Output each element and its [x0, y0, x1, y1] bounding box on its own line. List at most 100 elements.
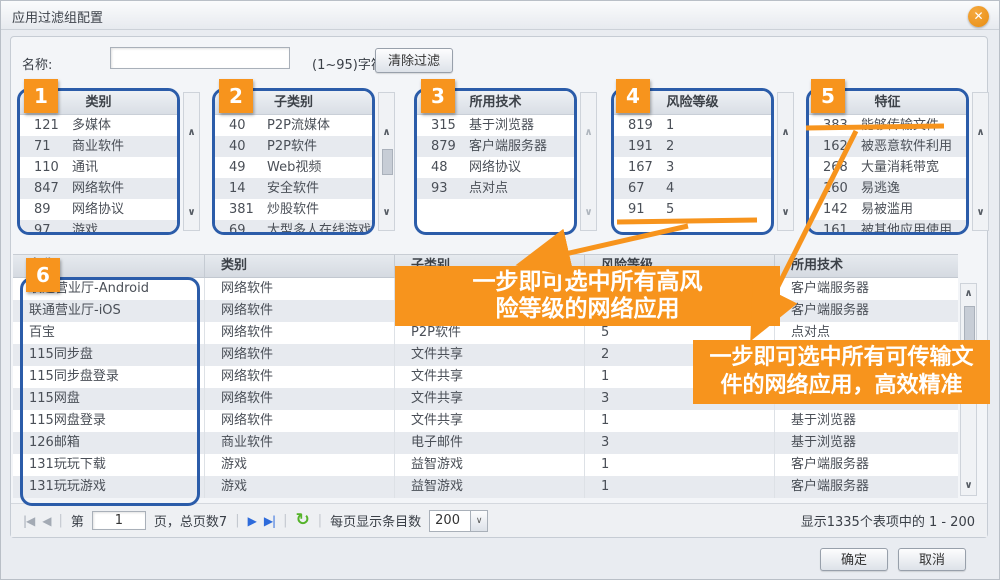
- scroll-up-icon[interactable]: ∧: [581, 127, 596, 138]
- scroll-thumb[interactable]: [382, 149, 393, 175]
- table-cell: 网络软件: [205, 410, 395, 432]
- filter-count: 40: [215, 136, 267, 157]
- filter-row[interactable]: 71商业软件: [20, 136, 177, 157]
- filter-row[interactable]: 110通讯: [20, 157, 177, 178]
- filter-label: 被其他应用使用: [861, 220, 966, 235]
- scroll-down-icon[interactable]: ∨: [581, 207, 596, 218]
- filter-label: 3: [666, 157, 771, 178]
- filter-row[interactable]: 315基于浏览器: [417, 115, 574, 136]
- filter-row[interactable]: 8191: [614, 115, 771, 136]
- table-row[interactable]: 131玩玩下载游戏益智游戏1客户端服务器: [13, 454, 958, 476]
- filter-row[interactable]: 142易被滥用: [809, 199, 966, 220]
- scroll-down-icon[interactable]: ∨: [961, 480, 976, 491]
- filter-label: 被恶意软件利用: [861, 136, 966, 157]
- scroll-down-icon[interactable]: ∨: [379, 207, 394, 218]
- filter-count: 160: [809, 178, 861, 199]
- table-cell: 1: [585, 410, 775, 432]
- table-cell: 网络软件: [205, 322, 395, 344]
- scroll-thumb[interactable]: [964, 306, 975, 342]
- filter-label: 5: [666, 199, 771, 220]
- filter-row[interactable]: 40P2P软件: [215, 136, 372, 157]
- filter-scrollbar[interactable]: ∧∨: [378, 92, 395, 231]
- scroll-down-icon[interactable]: ∨: [973, 207, 988, 218]
- clear-filter-button[interactable]: 清除过滤: [375, 48, 453, 73]
- filter-label: 能够传输文件: [861, 115, 966, 136]
- table-cell: 客户端服务器: [775, 300, 958, 322]
- filter-label: 客户端服务器: [469, 136, 574, 157]
- filter-row[interactable]: 915: [614, 199, 771, 220]
- filter-row[interactable]: 49Web视频: [215, 157, 372, 178]
- scroll-up-icon[interactable]: ∧: [184, 127, 199, 138]
- filter-row[interactable]: 97游戏: [20, 220, 177, 235]
- column-header-technology[interactable]: 所用技术: [775, 255, 958, 277]
- page-number-input[interactable]: [92, 511, 146, 530]
- table-cell: 115网盘登录: [13, 410, 205, 432]
- filter-row[interactable]: 879客户端服务器: [417, 136, 574, 157]
- step-badge-2: 2: [219, 79, 253, 113]
- page-prefix-label: 第: [71, 511, 84, 530]
- filter-scrollbar[interactable]: ∧∨: [777, 92, 794, 231]
- filter-row[interactable]: 93点对点: [417, 178, 574, 199]
- filter-row[interactable]: 381炒股软件: [215, 199, 372, 220]
- filter-row[interactable]: 48网络协议: [417, 157, 574, 178]
- filter-row[interactable]: 162被恶意软件利用: [809, 136, 966, 157]
- filter-scrollbar[interactable]: ∧∨: [183, 92, 200, 231]
- filter-count: 40: [215, 115, 267, 136]
- filter-row[interactable]: 40P2P流媒体: [215, 115, 372, 136]
- scroll-up-icon[interactable]: ∧: [961, 288, 976, 299]
- filter-row[interactable]: 847网络软件: [20, 178, 177, 199]
- filter-row[interactable]: 160易逃逸: [809, 178, 966, 199]
- filter-row[interactable]: 121多媒体: [20, 115, 177, 136]
- cancel-button[interactable]: 取消: [898, 548, 966, 571]
- table-cell: 3: [585, 432, 775, 454]
- filter-row[interactable]: 1912: [614, 136, 771, 157]
- filter-count: 161: [809, 220, 861, 235]
- filter-row[interactable]: 674: [614, 178, 771, 199]
- close-icon[interactable]: ✕: [968, 6, 989, 27]
- per-page-select[interactable]: 200 ∨: [429, 510, 488, 532]
- table-cell: 网络软件: [205, 300, 395, 322]
- first-page-button[interactable]: |◀: [23, 514, 34, 528]
- scroll-down-icon[interactable]: ∨: [778, 207, 793, 218]
- table-cell: 1: [585, 476, 775, 498]
- table-row[interactable]: 131玩玩游戏游戏益智游戏1客户端服务器: [13, 476, 958, 498]
- scroll-up-icon[interactable]: ∧: [379, 127, 394, 138]
- filter-row[interactable]: 161被其他应用使用: [809, 220, 966, 235]
- callout-file-transfer: 一步即可选中所有可传输文件的网络应用，高效精准: [693, 340, 990, 404]
- table-cell: 115同步盘: [13, 344, 205, 366]
- filter-count: 167: [614, 157, 666, 178]
- step-badge-1: 1: [24, 79, 58, 113]
- filter-scrollbar[interactable]: ∧∨: [580, 92, 597, 231]
- filter-row[interactable]: 268大量消耗带宽: [809, 157, 966, 178]
- table-row[interactable]: 126邮箱商业软件电子邮件3基于浏览器: [13, 432, 958, 454]
- filter-count: 847: [20, 178, 72, 199]
- table-cell: 益智游戏: [395, 454, 585, 476]
- pagination-bar: |◀ ◀ | 第 页，总页数7 | ▶ ▶| | ↻ | 每页显示条目数 200…: [11, 503, 987, 537]
- table-cell: 115网盘: [13, 388, 205, 410]
- filter-count: 268: [809, 157, 861, 178]
- name-input[interactable]: [110, 47, 290, 69]
- last-page-button[interactable]: ▶|: [264, 514, 275, 528]
- refresh-icon[interactable]: ↻: [296, 512, 310, 529]
- scroll-up-icon[interactable]: ∧: [778, 127, 793, 138]
- filter-count: 48: [417, 157, 469, 178]
- table-cell: 文件共享: [395, 410, 585, 432]
- filter-row[interactable]: 14安全软件: [215, 178, 372, 199]
- filter-row[interactable]: 1673: [614, 157, 771, 178]
- ok-button[interactable]: 确定: [820, 548, 888, 571]
- scroll-up-icon[interactable]: ∧: [973, 127, 988, 138]
- scroll-down-icon[interactable]: ∨: [184, 207, 199, 218]
- prev-page-button[interactable]: ◀: [42, 514, 50, 528]
- table-row[interactable]: 115网盘登录网络软件文件共享1基于浏览器: [13, 410, 958, 432]
- name-label: 名称:: [22, 54, 52, 73]
- filter-row[interactable]: 383能够传输文件: [809, 115, 966, 136]
- filter-label: 网络协议: [72, 199, 177, 220]
- next-page-button[interactable]: ▶: [248, 514, 256, 528]
- column-header-category[interactable]: 类别: [205, 255, 395, 277]
- filter-scrollbar[interactable]: ∧∨: [972, 92, 989, 231]
- filter-row[interactable]: 69大型多人在线游戏: [215, 220, 372, 235]
- filter-row[interactable]: 89网络协议: [20, 199, 177, 220]
- filter-count: 162: [809, 136, 861, 157]
- filter-count: 89: [20, 199, 72, 220]
- table-cell: 115同步盘登录: [13, 366, 205, 388]
